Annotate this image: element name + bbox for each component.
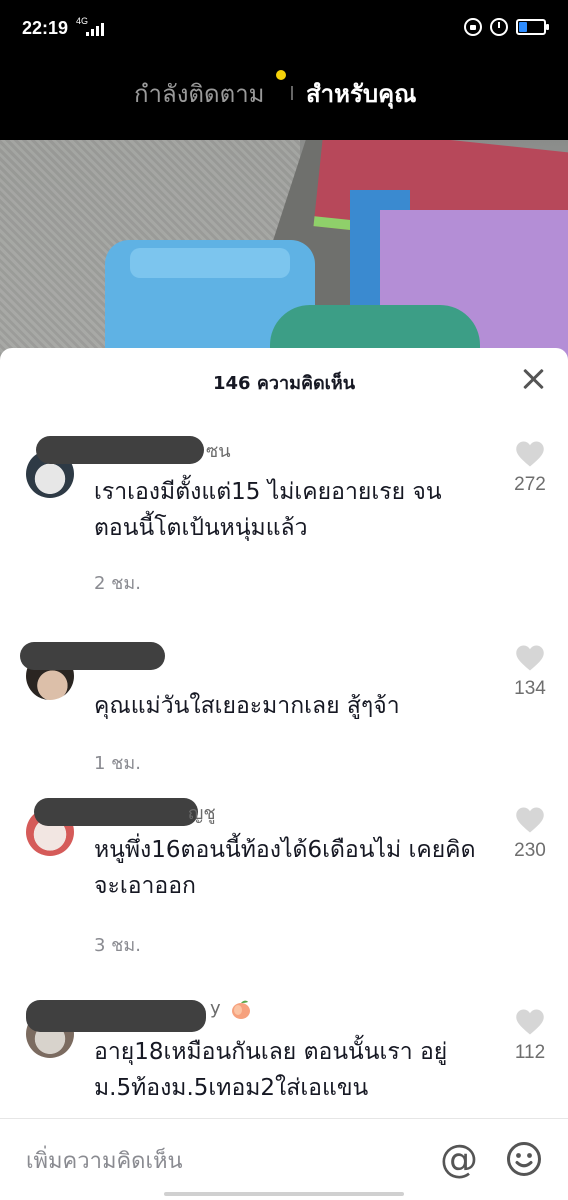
- comment-input[interactable]: เพิ่มความคิดเห็น: [26, 1143, 183, 1178]
- heart-icon: [516, 1009, 544, 1035]
- comment-time: 2 ชม.: [94, 573, 141, 594]
- alarm-icon: [490, 18, 508, 36]
- status-time: 22:19: [22, 18, 69, 38]
- battery-icon: [516, 19, 549, 35]
- close-icon[interactable]: [520, 366, 546, 392]
- status-bar: 22:19 4G: [0, 0, 568, 60]
- comment-text: หนูพึ่ง16ตอนนี้ท้องได้6เดือนไม่ เคยคิดจะ…: [94, 837, 476, 899]
- like-button[interactable]: 230: [500, 806, 560, 862]
- heart-icon: [516, 441, 544, 467]
- username[interactable]: ซน: [206, 436, 231, 465]
- redacted-username: [20, 642, 165, 670]
- status-icons: [464, 18, 549, 36]
- tab-following[interactable]: กำลังติดตาม: [134, 74, 265, 113]
- comment-item: คุณแม่วันใสเยอะมากเลย สู้ๆจ้า 1 ชม. 134: [0, 628, 568, 788]
- like-count: 230: [514, 840, 546, 861]
- username[interactable]: y: [210, 998, 221, 1019]
- like-count: 112: [514, 1042, 546, 1063]
- at-icon[interactable]: @: [440, 1137, 478, 1181]
- comment-item: y อายุ18เหมือนกันเลย ตอนนั้นเรา อยู่ม.5ท…: [0, 996, 568, 1118]
- like-button[interactable]: 272: [500, 440, 560, 496]
- comment-item: ญชู หนูพึ่ง16ตอนนี้ท้องได้6เดือนไม่ เคยค…: [0, 794, 568, 984]
- feed-tabs: กำลังติดตาม สำหรับคุณ: [0, 60, 568, 140]
- comment-time: 3 ชม.: [94, 935, 141, 956]
- emoji-icon[interactable]: [506, 1141, 542, 1177]
- live-indicator-dot: [276, 70, 286, 80]
- heart-icon: [516, 645, 544, 671]
- signal-icon: [86, 22, 104, 36]
- comments-header: 146 ความคิดเห็น: [0, 348, 568, 414]
- comments-sheet: 146 ความคิดเห็น ซน เราเองมีตั้งแต่15 ไม่…: [0, 348, 568, 1200]
- peach-emoji-icon: [232, 1000, 250, 1019]
- redacted-username: [36, 436, 204, 464]
- comment-time: 1 ชม.: [94, 753, 141, 774]
- redacted-username: [34, 798, 198, 826]
- comment-text: เราเองมีตั้งแต่15 ไม่เคยอายเรย จนตอนนี้โ…: [94, 479, 442, 541]
- battery-level: [519, 22, 527, 32]
- comment-text: อายุ18เหมือนกันเลย ตอนนั้นเรา อยู่ม.5ท้อ…: [94, 1039, 448, 1101]
- like-button[interactable]: 112: [500, 1008, 560, 1064]
- video-player[interactable]: [0, 140, 568, 360]
- comments-list[interactable]: ซน เราเองมีตั้งแต่15 ไม่เคยอายเรย จนตอนน…: [0, 414, 568, 1118]
- like-count: 134: [514, 678, 546, 699]
- tab-for-you[interactable]: สำหรับคุณ: [306, 74, 416, 113]
- like-count: 272: [514, 474, 546, 495]
- home-indicator: [164, 1192, 404, 1196]
- video-basin-lid: [130, 248, 290, 278]
- username[interactable]: ญชู: [188, 798, 216, 827]
- like-button[interactable]: 134: [500, 644, 560, 700]
- comment-input-bar: เพิ่มความคิดเห็น @: [0, 1118, 568, 1200]
- redacted-username: [26, 1000, 206, 1032]
- comments-count-title: 146 ความคิดเห็น: [212, 373, 355, 394]
- comment-text: คุณแม่วันใสเยอะมากเลย สู้ๆจ้า: [94, 693, 400, 719]
- heart-icon: [516, 807, 544, 833]
- tab-divider: [291, 86, 293, 100]
- comment-item: ซน เราเองมีตั้งแต่15 ไม่เคยอายเรย จนตอนน…: [0, 426, 568, 616]
- lock-rotation-icon: [464, 18, 482, 36]
